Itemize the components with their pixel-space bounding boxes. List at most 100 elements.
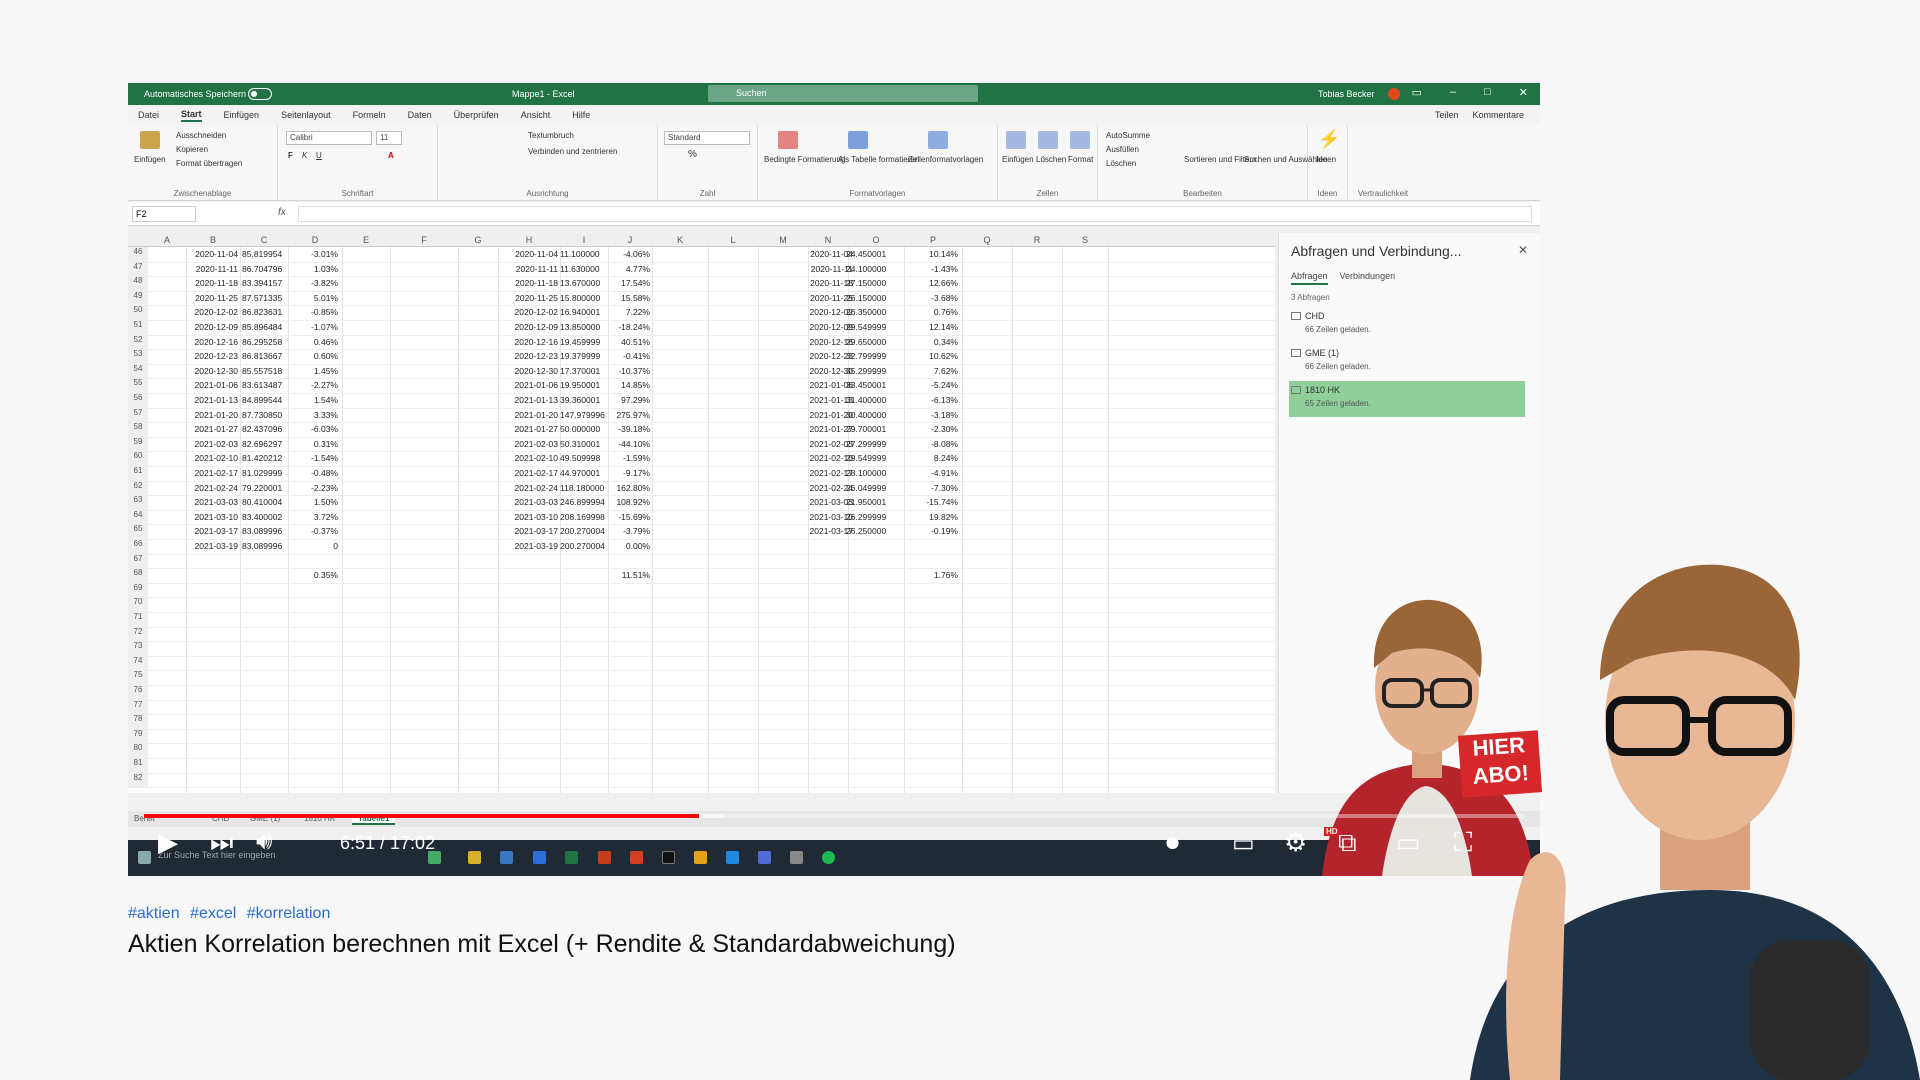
column-header[interactable]: F [390, 235, 458, 245]
return-cell[interactable]: 15.58% [600, 293, 650, 303]
delete-cells-button[interactable]: Löschen [1036, 155, 1066, 164]
return-cell[interactable]: 0.31% [288, 439, 338, 449]
date-cell[interactable]: 2021-02-03 [793, 439, 853, 449]
date-cell[interactable]: 2021-01-27 [188, 424, 238, 434]
price-cell[interactable]: 35.299999 [846, 366, 896, 376]
price-cell[interactable]: 87.571335 [242, 293, 292, 303]
row-header[interactable]: 61 [128, 466, 148, 481]
date-cell[interactable]: 2020-12-16 [498, 337, 558, 347]
row-header[interactable]: 68 [128, 568, 148, 583]
date-cell[interactable]: 2020-12-16 [188, 337, 238, 347]
font-name-select[interactable]: Calibri [286, 131, 372, 145]
autosum-button[interactable]: AutoSumme [1106, 131, 1150, 140]
price-cell[interactable]: 32.799999 [846, 351, 896, 361]
return-cell[interactable]: -0.19% [908, 526, 958, 536]
date-cell[interactable]: 2021-03-19 [498, 541, 558, 551]
price-cell[interactable]: 79.220001 [242, 483, 292, 493]
date-cell[interactable]: 2020-11-18 [498, 278, 558, 288]
price-cell[interactable]: 83.400002 [242, 512, 292, 522]
query-item-selected[interactable]: 1810 HK 65 Zeilen geladen. [1289, 381, 1525, 417]
price-cell[interactable]: 33.450001 [846, 380, 896, 390]
return-cell[interactable]: 0.46% [288, 337, 338, 347]
row-header[interactable]: 75 [128, 670, 148, 685]
column-header[interactable]: B [186, 235, 240, 245]
column-header[interactable]: Q [962, 235, 1012, 245]
date-cell[interactable]: 2020-12-23 [498, 351, 558, 361]
copy-button[interactable]: Kopieren [176, 145, 208, 154]
return-cell[interactable]: -18.24% [600, 322, 650, 332]
return-cell[interactable]: 275.97% [600, 410, 650, 420]
date-cell[interactable]: 2021-02-10 [793, 453, 853, 463]
tab-datei[interactable]: Datei [138, 110, 159, 120]
volume-icon[interactable]: 🔊︎ [256, 825, 272, 857]
format-cells-button[interactable]: Format [1068, 155, 1093, 164]
date-cell[interactable]: 2021-01-06 [188, 380, 238, 390]
price-cell[interactable]: 83.394157 [242, 278, 292, 288]
price-cell[interactable]: 30.400000 [846, 410, 896, 420]
merge-center-button[interactable]: Verbinden und zentrieren [528, 147, 617, 156]
price-cell[interactable]: 26.350000 [846, 307, 896, 317]
return-cell[interactable]: 19.82% [908, 512, 958, 522]
date-cell[interactable]: 2020-11-04 [498, 249, 558, 259]
column-header[interactable]: G [458, 235, 498, 245]
price-cell[interactable]: 29.700001 [846, 424, 896, 434]
row-header[interactable]: 79 [128, 728, 148, 744]
minimize-icon[interactable]: – [1450, 86, 1456, 99]
date-cell[interactable]: 2021-02-03 [498, 439, 558, 449]
return-cell[interactable]: 17.54% [600, 278, 650, 288]
column-header[interactable]: J [608, 235, 652, 245]
font-color-button[interactable]: A [388, 151, 394, 160]
row-header[interactable]: 59 [128, 436, 148, 452]
row-header[interactable]: 52 [128, 334, 148, 350]
return-cell[interactable]: -7.30% [908, 483, 958, 493]
price-cell[interactable]: 86.813667 [242, 351, 292, 361]
query-item[interactable]: GME (1) 66 Zeilen geladen. [1289, 344, 1525, 380]
return-cell[interactable]: -3.68% [908, 293, 958, 303]
date-cell[interactable]: 2020-12-02 [188, 307, 238, 317]
return-cell[interactable]: 14.85% [600, 380, 650, 390]
return-cell[interactable]: 0.60% [288, 351, 338, 361]
return-cell[interactable]: -2.27% [288, 380, 338, 390]
price-cell[interactable]: 24.450001 [846, 249, 896, 259]
return-cell[interactable]: 1.45% [288, 366, 338, 376]
return-cell[interactable]: 3.72% [288, 512, 338, 522]
excel-search-box[interactable]: Suchen [708, 85, 978, 102]
return-cell[interactable]: 7.22% [600, 307, 650, 317]
return-cell[interactable]: -0.48% [288, 468, 338, 478]
date-cell[interactable]: 2020-12-30 [498, 366, 558, 376]
price-cell[interactable]: 83.089996 [242, 526, 292, 536]
price-cell[interactable]: 31.400000 [846, 395, 896, 405]
row-header[interactable]: 71 [128, 612, 148, 627]
row-header[interactable]: 74 [128, 655, 148, 671]
return-cell[interactable]: -0.85% [288, 307, 338, 317]
row-header[interactable]: 50 [128, 305, 148, 320]
date-cell[interactable]: 2021-01-13 [498, 395, 558, 405]
date-cell[interactable]: 2021-02-24 [498, 483, 558, 493]
price-cell[interactable]: 26.049999 [846, 483, 896, 493]
column-header[interactable]: M [758, 235, 808, 245]
row-header[interactable]: 54 [128, 363, 148, 379]
date-cell[interactable]: 2020-11-04 [793, 249, 853, 259]
column-header[interactable]: P [904, 235, 962, 245]
tab-seitenlayout[interactable]: Seitenlayout [281, 110, 331, 120]
return-cell[interactable]: 4.77% [600, 264, 650, 274]
hashtag-link[interactable]: #korrelation [247, 905, 331, 922]
price-cell[interactable]: 27.150000 [846, 278, 896, 288]
row-header[interactable]: 57 [128, 407, 148, 423]
worksheet-grid[interactable]: ABCDEFGHIJKLMNOPQRS 46 2020-11-04 85.81995… [128, 233, 1275, 793]
date-cell[interactable]: 2021-02-24 [188, 483, 238, 493]
format-painter-button[interactable]: Format übertragen [176, 159, 242, 168]
row-header[interactable]: 70 [128, 597, 148, 612]
column-header[interactable]: K [652, 235, 708, 245]
close-pane-icon[interactable]: ✕ [1518, 243, 1528, 257]
date-cell[interactable]: 2020-11-11 [498, 264, 558, 274]
play-icon[interactable]: ▶ [158, 827, 178, 858]
ribbon-display-icon[interactable]: ▭ [1412, 86, 1422, 99]
fill-button[interactable]: Ausfüllen [1106, 145, 1139, 154]
date-cell[interactable]: 2021-03-10 [793, 512, 853, 522]
price-cell[interactable]: 85.557518 [242, 366, 292, 376]
wrap-text-button[interactable]: Textumbruch [528, 131, 574, 140]
hashtag-link[interactable]: #aktien [128, 905, 180, 922]
date-cell[interactable]: 2020-12-30 [188, 366, 238, 376]
return-cell[interactable]: 162.80% [600, 483, 650, 493]
